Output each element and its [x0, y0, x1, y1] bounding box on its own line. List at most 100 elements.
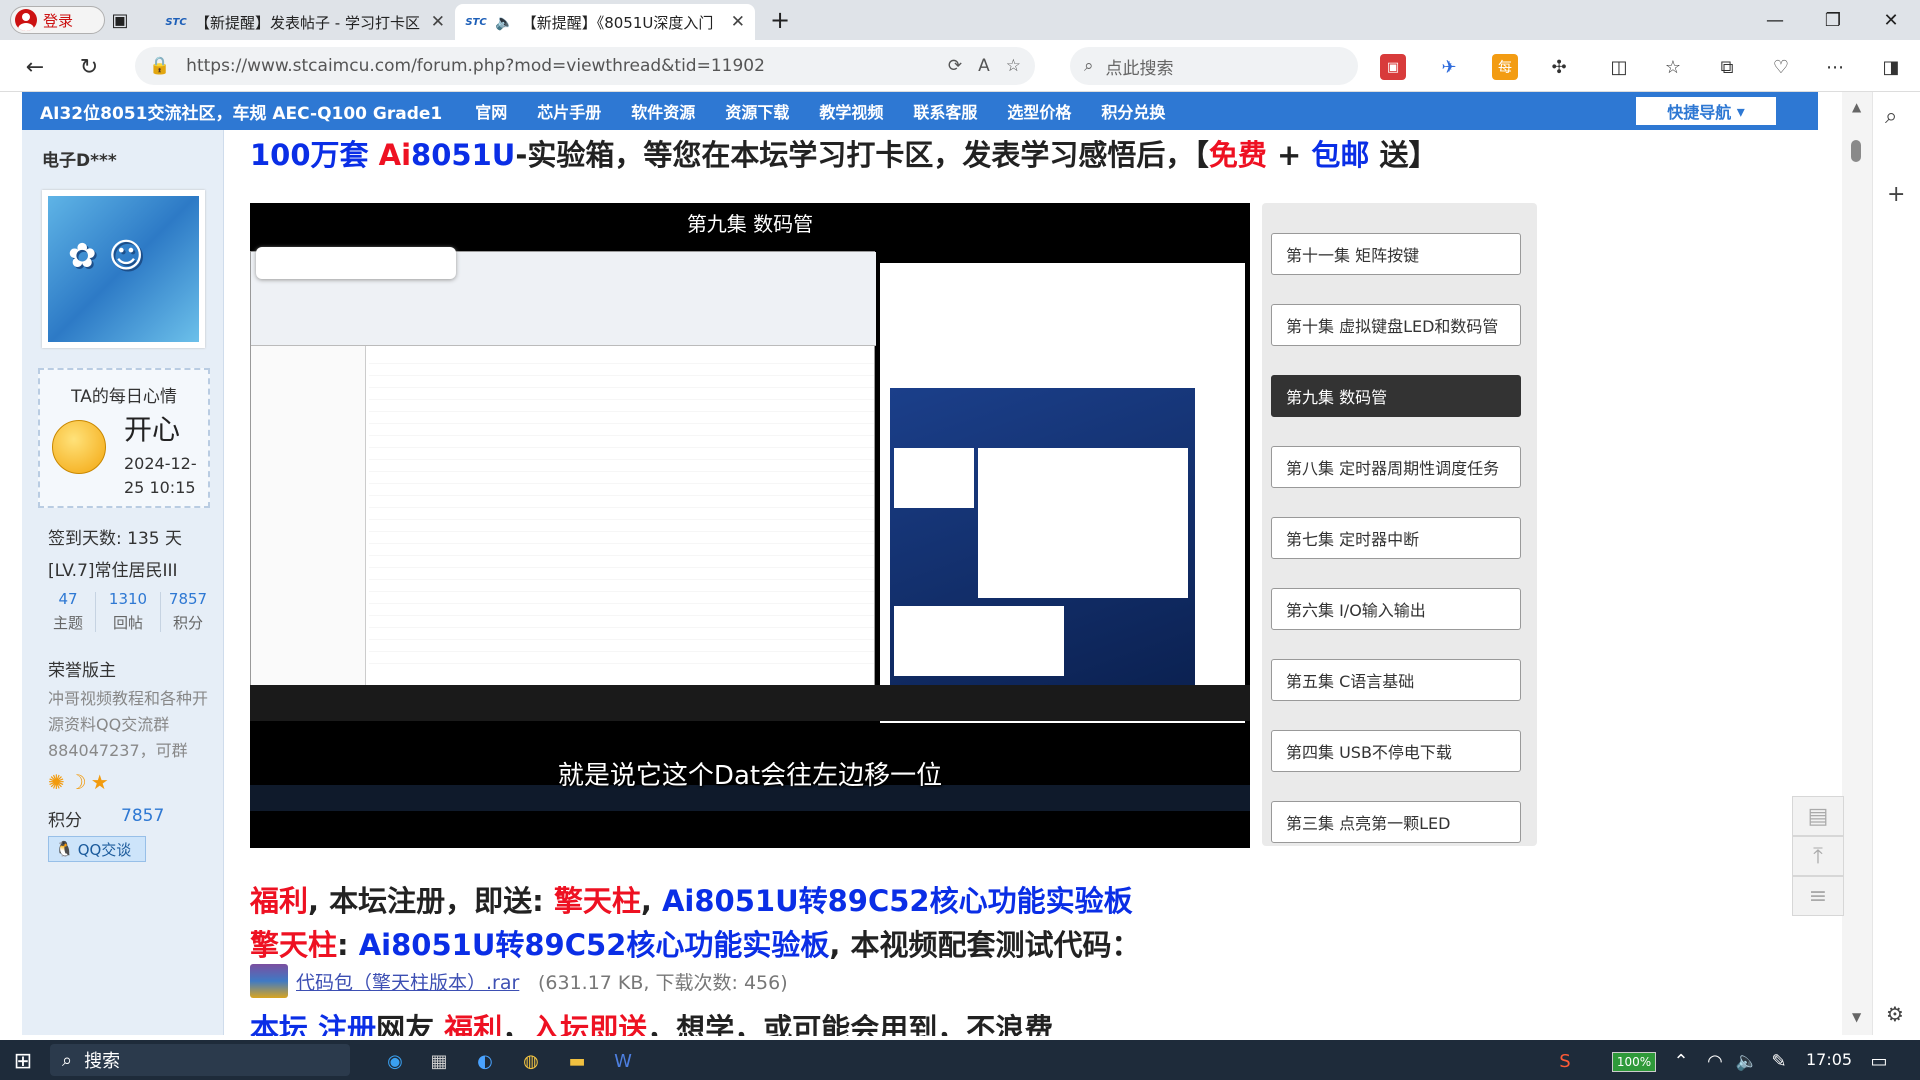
stat-divider — [160, 592, 161, 632]
episode-item[interactable]: 第十集 虚拟键盘LED和数码管 — [1271, 304, 1521, 346]
register-link[interactable]: 注册 — [308, 1012, 376, 1036]
tab-thread[interactable]: STC 🔈 【新提醒】《8051U深度入门 ✕ — [455, 4, 755, 40]
episode-item[interactable]: 第七集 定时器中断 — [1271, 517, 1521, 559]
notifications-icon[interactable]: ▭ — [1866, 1048, 1892, 1074]
nav-item-datasheet[interactable]: 芯片手册 — [522, 99, 616, 123]
author-username[interactable]: 电子D*** — [42, 146, 117, 171]
stat-threads-label: 主题 — [52, 614, 83, 632]
sidebar-search-icon[interactable]: ⌕ — [1885, 104, 1897, 129]
user-level[interactable]: [LV.7]常住居民III — [48, 556, 178, 581]
nav-item-pricing[interactable]: 选型价格 — [992, 99, 1086, 123]
seven-segment-display — [894, 448, 974, 508]
favorite-star-icon[interactable]: ☆ — [1006, 56, 1021, 76]
benefit-board-desc: Ai8051U转89C52核心功能实验板 — [661, 884, 1133, 918]
rar-archive-icon — [250, 964, 288, 998]
attachment-link[interactable]: 代码包（擎天柱版本）.rar — [296, 968, 519, 995]
edge-taskbar-icon[interactable]: ◉ — [382, 1048, 408, 1074]
search-input[interactable]: ⌕ 点此搜索 — [1070, 47, 1358, 85]
minimize-icon[interactable]: — — [1746, 0, 1804, 40]
reload-icon[interactable]: ↻ — [74, 52, 104, 82]
app-taskbar-icon[interactable]: ◐ — [472, 1048, 498, 1074]
stat-replies-value[interactable]: 1310 — [104, 590, 152, 608]
close-icon[interactable]: ✕ — [731, 12, 745, 32]
extensions-puzzle-icon[interactable]: ✣ — [1546, 54, 1572, 80]
file-explorer-taskbar-icon[interactable]: ▬ — [564, 1048, 590, 1074]
speaker-icon[interactable]: 🔈 — [495, 13, 514, 31]
scroll-up-icon[interactable]: ▲ — [1852, 100, 1861, 114]
episode-item-active[interactable]: 第九集 数码管 — [1271, 375, 1521, 417]
scroll-down-icon[interactable]: ▼ — [1852, 1010, 1861, 1024]
restore-icon[interactable]: ❐ — [1804, 0, 1862, 40]
author-avatar[interactable]: ✿ ☺ — [42, 190, 205, 348]
tab-title: 【新提醒】发表帖子 - 学习打卡区 — [195, 13, 420, 32]
window-close-icon[interactable]: ✕ — [1862, 0, 1920, 40]
nav-item-official[interactable]: 官网 — [460, 99, 522, 123]
pen-icon[interactable]: ✎ — [1766, 1048, 1792, 1074]
sidebar-add-icon[interactable]: + — [1887, 182, 1905, 207]
episode-item[interactable]: 第四集 USB不停电下载 — [1271, 730, 1521, 772]
tab-actions-icon[interactable]: ▣ — [95, 0, 145, 40]
stat-points-value[interactable]: 7857 — [164, 590, 212, 608]
volume-icon[interactable]: 🔈 — [1734, 1048, 1760, 1074]
mood-date: 2024-12-25 10:15 — [124, 454, 197, 497]
code-line: 擎天柱: Ai8051U转89C52核心功能实验板, 本视频配套测试代码： — [250, 922, 1141, 964]
translate-icon[interactable]: ⟳ — [948, 56, 962, 76]
episode-item[interactable]: 第十一集 矩阵按键 — [1271, 233, 1521, 275]
extension-bird-icon[interactable]: ✈ — [1436, 54, 1462, 80]
video-subtitle: 就是说它这个Dat会往左边移一位 — [557, 761, 943, 791]
nav-item-support[interactable]: 联系客服 — [898, 99, 992, 123]
tray-chevron-icon[interactable]: ⌃ — [1668, 1048, 1694, 1074]
nav-item-downloads[interactable]: 资源下载 — [710, 99, 804, 123]
taskbar-search-box[interactable]: ⌕ 搜索 — [50, 1044, 350, 1076]
calculator-taskbar-icon[interactable]: ▦ — [426, 1048, 452, 1074]
windows-start-icon[interactable]: ⊞ — [10, 1048, 36, 1074]
headline-text: -实验箱，等您在本坛学习打卡区，发表学习感悟后，【 — [515, 138, 1209, 172]
list-icon[interactable]: ≡ — [1792, 876, 1844, 916]
word-taskbar-icon[interactable]: W — [610, 1048, 636, 1074]
circuit-diagram — [894, 606, 1064, 676]
headline-shipping: 包邮 — [1311, 138, 1370, 172]
stat-threads-value[interactable]: 47 — [48, 590, 88, 608]
ime-tray-icon[interactable]: S — [1552, 1048, 1578, 1074]
more-menu-icon[interactable]: ⋯ — [1822, 54, 1848, 80]
chrome-taskbar-icon[interactable]: ◍ — [518, 1048, 544, 1074]
new-tab-plus-icon[interactable]: + — [760, 0, 800, 40]
favorites-icon[interactable]: ☆ — [1660, 54, 1686, 80]
page-scrollbar[interactable]: ▲ ▼ — [1842, 92, 1872, 1035]
video-slide — [890, 388, 1195, 718]
sidebar-toggle-icon[interactable]: ◨ — [1878, 54, 1904, 80]
browser-essentials-icon[interactable]: ♡ — [1768, 54, 1794, 80]
login-button[interactable]: 登录 — [10, 6, 105, 34]
video-player[interactable]: 就是说它这个Dat会往左边移一位 — [250, 203, 1250, 848]
scrollbar-thumb[interactable] — [1851, 140, 1861, 162]
extension-red-icon[interactable]: ▣ — [1380, 54, 1406, 80]
back-arrow-icon[interactable]: ← — [20, 52, 50, 82]
back-to-top-icon[interactable]: ⤒ — [1792, 836, 1844, 876]
forum-brand[interactable]: AI32位8051交流社区，车规 AEC-Q100 Grade1 — [22, 99, 460, 124]
quick-nav-button[interactable]: 快捷导航 ▾ — [1636, 97, 1776, 125]
stc-favicon-icon: STC — [465, 16, 487, 28]
clock-time[interactable]: 17:05 — [1806, 1050, 1852, 1069]
episode-item[interactable]: 第五集 C语言基础 — [1271, 659, 1521, 701]
lock-icon[interactable]: 🔒 — [149, 56, 170, 76]
extension-orange-icon[interactable]: 每 — [1492, 54, 1518, 80]
qq-chat-button[interactable]: 🐧 QQ交谈 — [48, 836, 146, 862]
qq-penguin-icon: 🐧 — [55, 840, 74, 858]
tab-post[interactable]: STC 【新提醒】发表帖子 - 学习打卡区 ✕ — [155, 4, 455, 40]
nav-item-points[interactable]: 积分兑换 — [1086, 99, 1180, 123]
settings-gear-icon[interactable]: ⚙ — [1886, 1002, 1904, 1026]
split-screen-icon[interactable]: ◫ — [1606, 54, 1632, 80]
url-bar[interactable]: 🔒 https://www.stcaimcu.com/forum.php?mod… — [135, 47, 1035, 85]
nav-item-software[interactable]: 软件资源 — [616, 99, 710, 123]
episode-item[interactable]: 第三集 点亮第一颗LED — [1271, 801, 1521, 843]
episode-item[interactable]: 第六集 I/O输入输出 — [1271, 588, 1521, 630]
reply-chat-icon[interactable]: ▤ — [1792, 796, 1844, 836]
battery-indicator[interactable]: 100% — [1612, 1052, 1656, 1072]
nav-item-videos[interactable]: 教学视频 — [804, 99, 898, 123]
collections-icon[interactable]: ⧉ — [1714, 54, 1740, 80]
wifi-icon[interactable]: ◠ — [1702, 1048, 1728, 1074]
read-aloud-icon[interactable]: A — [978, 56, 990, 76]
code-board-desc: Ai8051U转89C52核心功能实验板 — [358, 928, 830, 962]
episode-item[interactable]: 第八集 定时器周期性调度任务 — [1271, 446, 1521, 488]
close-icon[interactable]: ✕ — [431, 12, 445, 32]
